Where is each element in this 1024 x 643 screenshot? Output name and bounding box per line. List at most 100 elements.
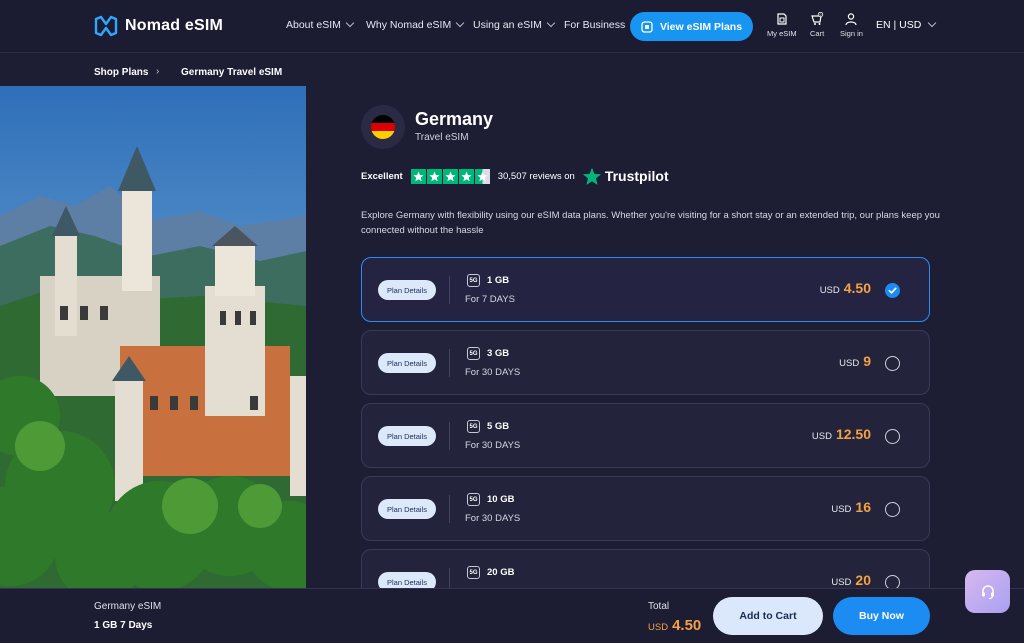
nav-label: Using an eSIM [473,19,542,31]
nav-using-esim[interactable]: Using an eSIM [473,18,556,31]
trustpilot-logo: Trustpilot [582,167,669,186]
sign-in-link[interactable]: Sign in [840,12,863,38]
plan-option-5gb[interactable]: Plan Details 5G 5 GB For 30 DAYS USD 12.… [361,403,930,468]
germany-flag-icon [371,115,395,139]
plan-duration: For 7 DAYS [465,294,515,305]
chevron-down-icon [345,18,355,28]
total-currency: USD [648,622,669,633]
price-amount: 4.50 [843,280,871,296]
plan-duration: For 30 DAYS [465,440,521,451]
add-to-cart-button[interactable]: Add to Cart [713,597,823,635]
page-title: Germany [415,109,494,129]
flag-stripe-red [371,123,395,131]
check-icon [888,287,897,294]
breadcrumb-current-label: Germany Travel eSIM [181,66,283,78]
half-star-icon [474,168,490,184]
nav-label: Why Nomad eSIM [366,19,452,31]
plan-details-button[interactable]: Plan Details [378,499,436,519]
cart-product-name: Germany eSIM [94,601,162,612]
price-currency: USD [831,577,852,588]
cart-count: 0 [820,13,822,17]
plan-radio[interactable] [885,429,900,444]
user-icon [845,13,858,26]
page: Nomad eSIM About eSIM Why Nomad eSIM Usi… [0,0,1024,643]
lang-label: EN | USD [876,19,922,31]
hero-castle-image [0,86,306,588]
divider [449,276,450,304]
flag-badge [361,105,405,149]
rating-stars [410,168,490,184]
price-currency: USD [811,431,832,442]
plan-details-button[interactable]: Plan Details [378,280,436,300]
buy-now-button[interactable]: Buy Now [833,597,930,635]
plan-price: USD 12.50 [812,426,871,442]
price-amount: 20 [855,572,871,588]
plan-price: USD 20 [831,572,871,588]
plan-details-button[interactable]: Plan Details [378,426,436,446]
my-esim-link[interactable]: My eSIM [767,12,797,38]
price-amount: 9 [863,353,871,369]
checkout-bar: Germany eSIM 1 GB 7 Days Total USD 4.50 … [0,588,1024,643]
cart-selected-plan: 1 GB 7 Days [94,620,153,631]
flag-stripe-black [371,115,395,123]
my-esim-label: My eSIM [767,29,797,38]
price-currency: USD [839,358,860,369]
plan-price: USD 9 [839,353,871,369]
plan-radio[interactable] [885,502,900,517]
cart-icon: 0 [811,12,824,25]
rating-word: Excellent [361,170,403,182]
support-chat-button[interactable] [965,570,1010,613]
trustpilot-star-icon [582,167,601,185]
top-header: Nomad eSIM About eSIM Why Nomad eSIM Usi… [0,0,1024,53]
sim-card-icon [641,20,653,33]
review-count: 30,507 reviews on [497,170,575,182]
5g-icon: 5G [467,493,480,506]
headset-icon [981,584,994,599]
price-currency: USD [831,504,852,515]
view-plans-label: View eSIM Plans [659,20,743,33]
5g-icon: 5G [467,420,480,433]
price-amount: 12.50 [835,426,871,442]
plan-radio-checked[interactable] [885,283,900,298]
price-amount: 16 [855,499,871,515]
star-icon [426,168,442,184]
plan-data-amount: 20 GB [487,567,515,578]
plan-duration: For 30 DAYS [465,513,521,524]
plan-data-amount: 5 GB [487,421,510,432]
nav-label: For Business [564,19,626,31]
plan-details-button[interactable]: Plan Details [378,353,436,373]
language-currency-selector[interactable]: EN | USD [876,18,937,31]
5g-icon: 5G [467,566,480,579]
total-label: Total [648,601,670,612]
breadcrumb-separator-icon: › [156,66,160,77]
main-nav: About eSIM Why Nomad eSIM Using an eSIM … [0,18,1024,33]
view-esim-plans-button[interactable]: View eSIM Plans [630,12,753,41]
divider [449,349,450,377]
divider [449,495,450,523]
plan-option-10gb[interactable]: Plan Details 5G 10 GB For 30 DAYS USD 16 [361,476,930,541]
flag-stripe-gold [371,131,395,139]
plan-radio[interactable] [885,356,900,371]
chevron-down-icon [928,18,937,28]
page-subtitle: Travel eSIM [415,132,469,143]
star-icon [442,168,458,184]
product-description: Explore Germany with flexibility using o… [361,210,940,236]
cart-link[interactable]: 0 Cart [810,12,824,38]
plan-option-3gb[interactable]: Plan Details 5G 3 GB For 30 DAYS USD 9 [361,330,930,395]
plan-duration: For 30 DAYS [465,367,521,378]
plan-data-amount: 10 GB [487,494,515,505]
nav-label: About eSIM [286,19,341,31]
5g-icon: 5G [467,347,480,360]
sign-in-label: Sign in [840,29,863,38]
nav-why-nomad[interactable]: Why Nomad eSIM [366,18,465,31]
trustpilot-brand: Trustpilot [604,168,669,184]
trustpilot-rating[interactable]: Excellent 30,507 reviews on Trustpilot [361,166,669,186]
nav-for-business[interactable]: For Business [564,19,625,31]
plan-data-amount: 3 GB [487,348,510,359]
5g-icon: 5G [467,274,480,287]
plan-option-1gb[interactable]: Plan Details 5G 1 GB For 7 DAYS USD 4.50 [361,257,930,322]
total-amount: 4.50 [672,617,702,634]
nav-about-esim[interactable]: About eSIM [286,18,355,31]
esim-icon [777,13,787,25]
breadcrumb-shop-plans[interactable]: Shop Plans [94,65,148,79]
